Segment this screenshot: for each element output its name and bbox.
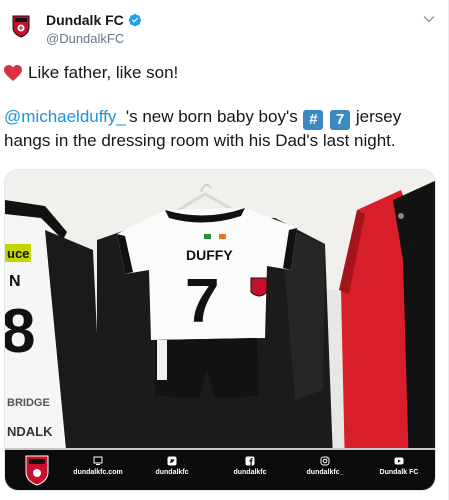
keycap-seven-emoji: 7	[330, 110, 351, 130]
facebook-icon	[245, 456, 255, 466]
bottom-bar-youtube: Dundalk FC	[367, 456, 431, 476]
dressing-room-photo: uce N 8 BRIDGE NDALK DUFFY 7	[5, 170, 435, 490]
tweet-text-line-2: @michaelduffy_'s new born baby boy's # 7…	[4, 106, 444, 130]
twitter-icon	[167, 456, 177, 466]
chevron-down-icon[interactable]	[422, 12, 436, 26]
bottom-bar-instagram: dundalkfc_	[295, 456, 355, 476]
mention-link[interactable]: @michaelduffy_	[4, 107, 126, 126]
bottom-bar-facebook: dundalkfc	[220, 456, 280, 476]
display-name[interactable]: Dundalk FC	[46, 12, 124, 28]
photo-branding-bar: dundalkfc.com dundalkfc dundalkfc dundal…	[5, 450, 435, 490]
bottom-bar-twitter: dundalkfc	[142, 456, 202, 476]
youtube-label: Dundalk FC	[379, 469, 419, 476]
left-shirt-brand: BRIDGE	[7, 397, 50, 409]
dundalk-crest-icon	[6, 10, 36, 40]
baby-jersey-number: 7	[185, 267, 219, 336]
tweet-text: jersey	[351, 107, 402, 126]
left-shirt-number: 8	[5, 297, 35, 366]
website-label: dundalkfc.com	[73, 469, 123, 476]
tweet-text-line-3: hangs in the dressing room with his Dad'…	[4, 131, 396, 150]
tweet-text-line-1: Like father, like son!	[4, 62, 444, 84]
verified-badge-icon	[128, 13, 141, 27]
youtube-icon	[394, 457, 404, 465]
tweet-card: Dundalk FC @DundalkFC Like father, like …	[0, 0, 449, 500]
tweet-text: 's new born baby boy's	[125, 107, 303, 126]
author-name-row: Dundalk FC	[46, 12, 142, 28]
instagram-icon	[320, 456, 330, 466]
avatar[interactable]	[6, 10, 36, 40]
instagram-label: dundalkfc_	[306, 469, 344, 476]
author-handle[interactable]: @DundalkFC	[46, 31, 124, 46]
bottom-bar-website: dundalkfc.com	[63, 456, 133, 476]
left-shirt-town: NDALK	[7, 424, 53, 439]
tweet-photo[interactable]: uce N 8 BRIDGE NDALK DUFFY 7	[4, 169, 436, 491]
tweet-text: Like father, like son!	[28, 63, 179, 82]
twitter-label: dundalkfc	[155, 469, 189, 476]
left-shirt-sponsor: uce	[7, 246, 29, 261]
dundalk-crest-icon	[25, 455, 49, 486]
keycap-hash-emoji: #	[303, 110, 324, 130]
baby-jersey-name: DUFFY	[186, 247, 233, 263]
heart-emoji-icon	[4, 64, 22, 81]
facebook-label: dundalkfc	[233, 469, 267, 476]
website-icon	[93, 456, 103, 465]
left-shirt-letter: N	[9, 273, 21, 290]
